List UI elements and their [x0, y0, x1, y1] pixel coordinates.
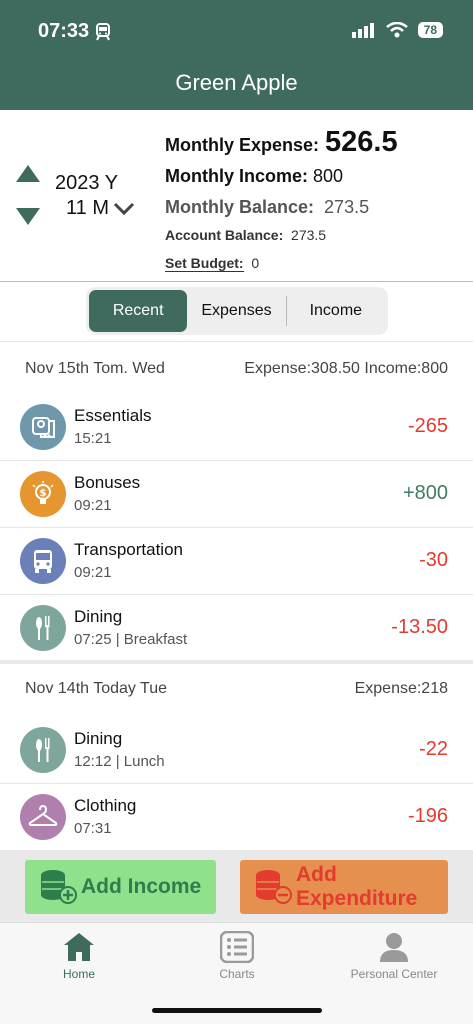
status-indicators: 78 — [351, 22, 443, 38]
transaction-time: 07:25 | Breakfast — [74, 631, 188, 648]
set-budget-link[interactable]: Set Budget: — [165, 255, 244, 272]
person-icon — [380, 933, 408, 962]
lightbulb-dollar-icon: $ — [20, 471, 66, 517]
status-time: 07:33 — [38, 20, 111, 43]
quick-actions-bar: Add Income Add Expenditure — [0, 850, 473, 922]
tab-charts[interactable]: Charts — [158, 931, 316, 981]
cutlery-icon — [20, 727, 66, 773]
hanger-icon — [20, 794, 66, 840]
coins-plus-icon — [41, 870, 77, 904]
signal-icon — [351, 23, 374, 38]
cutlery-icon — [20, 605, 66, 651]
add-income-button[interactable]: Add Income — [25, 860, 216, 914]
month-selector[interactable]: 11 M — [66, 197, 135, 220]
tab-home[interactable]: Home — [0, 931, 158, 981]
add-income-label: Add Income — [81, 875, 202, 898]
transaction-row[interactable]: Dining 07:25 | Breakfast -13.50 — [0, 595, 473, 662]
home-indicator — [152, 1008, 322, 1013]
coins-minus-icon — [256, 870, 292, 904]
train-icon — [96, 22, 111, 40]
next-month-arrow-icon[interactable] — [16, 208, 40, 225]
set-budget-value: 0 — [251, 255, 260, 271]
home-icon — [64, 933, 94, 961]
day-totals: Expense:218 — [354, 680, 448, 697]
transaction-time: 09:21 — [74, 564, 112, 581]
add-expenditure-label: Add Expenditure — [296, 863, 418, 910]
svg-text:$: $ — [40, 488, 47, 499]
transaction-category: Bonuses — [74, 473, 141, 492]
transaction-amount: +800 — [402, 482, 448, 504]
divider — [0, 341, 473, 342]
transaction-row[interactable]: $ Bonuses 09:21 +800 — [0, 461, 473, 528]
section-separator — [0, 660, 473, 664]
monthly-expense-value: 526.5 — [325, 126, 398, 158]
transaction-category: Dining — [74, 607, 123, 626]
add-expenditure-button[interactable]: Add Expenditure — [240, 860, 448, 914]
bus-icon — [20, 538, 66, 584]
transaction-category: Transportation — [74, 540, 183, 559]
tab-recent[interactable]: Recent — [89, 290, 188, 332]
day-totals: Expense:308.50 Income:800 — [244, 360, 448, 377]
transaction-time: 09:21 — [74, 497, 112, 514]
list-icon — [220, 931, 254, 963]
day-date: Nov 14th Today Tue — [25, 680, 168, 697]
transaction-time: 12:12 | Lunch — [74, 753, 165, 770]
chevron-down-icon — [113, 202, 135, 215]
filter-segmented-control: Recent Expenses Income — [86, 287, 388, 335]
transaction-amount: -22 — [419, 738, 448, 760]
transaction-amount: -196 — [407, 805, 448, 827]
transaction-time: 15:21 — [74, 430, 112, 447]
wifi-icon — [385, 22, 408, 38]
tab-income[interactable]: Income — [287, 290, 385, 332]
monthly-expense: Monthly Expense: 526.5 — [165, 126, 398, 158]
monthly-balance-value: 273.5 — [324, 197, 370, 217]
month-label: 11 M — [66, 197, 109, 219]
transaction-row[interactable]: Dining 12:12 | Lunch -22 — [0, 717, 473, 784]
day-date: Nov 15th Tom. Wed — [25, 360, 165, 377]
transaction-amount: -30 — [419, 549, 448, 571]
transaction-amount: -13.50 — [391, 616, 448, 638]
monthly-income: Monthly Income: 800 — [165, 166, 344, 186]
transaction-amount: -265 — [407, 415, 448, 437]
transaction-category: Clothing — [74, 796, 137, 815]
monthly-balance: Monthly Balance: 273.5 — [165, 197, 370, 217]
day-header: Nov 15th Tom. Wed Expense:308.50 Income:… — [0, 347, 473, 391]
tab-personal-center[interactable]: Personal Center — [315, 931, 473, 981]
transaction-time: 07:31 — [74, 820, 112, 837]
transaction-row[interactable]: Clothing 07:31 -196 — [0, 784, 473, 851]
page-title: Green Apple — [175, 70, 298, 95]
previous-month-arrow-icon[interactable] — [16, 165, 40, 182]
tab-expenses[interactable]: Expenses — [187, 290, 285, 332]
year-label: 2023 Y — [55, 172, 119, 194]
account-balance: Account Balance: 273.5 — [165, 227, 327, 243]
day-header: Nov 14th Today Tue Expense:218 — [0, 667, 473, 711]
toilet-paper-icon — [20, 404, 66, 450]
account-balance-value: 273.5 — [291, 227, 327, 243]
transaction-row[interactable]: Essentials 15:21 -265 — [0, 394, 473, 461]
set-budget: Set Budget: 0 — [165, 255, 260, 272]
monthly-income-value: 800 — [313, 166, 344, 186]
transaction-row[interactable]: Transportation 09:21 -30 — [0, 528, 473, 595]
transaction-category: Essentials — [74, 406, 152, 425]
transaction-category: Dining — [74, 729, 123, 748]
app-header: 07:33 78 Green Apple — [0, 0, 473, 110]
battery-indicator: 78 — [417, 22, 443, 38]
